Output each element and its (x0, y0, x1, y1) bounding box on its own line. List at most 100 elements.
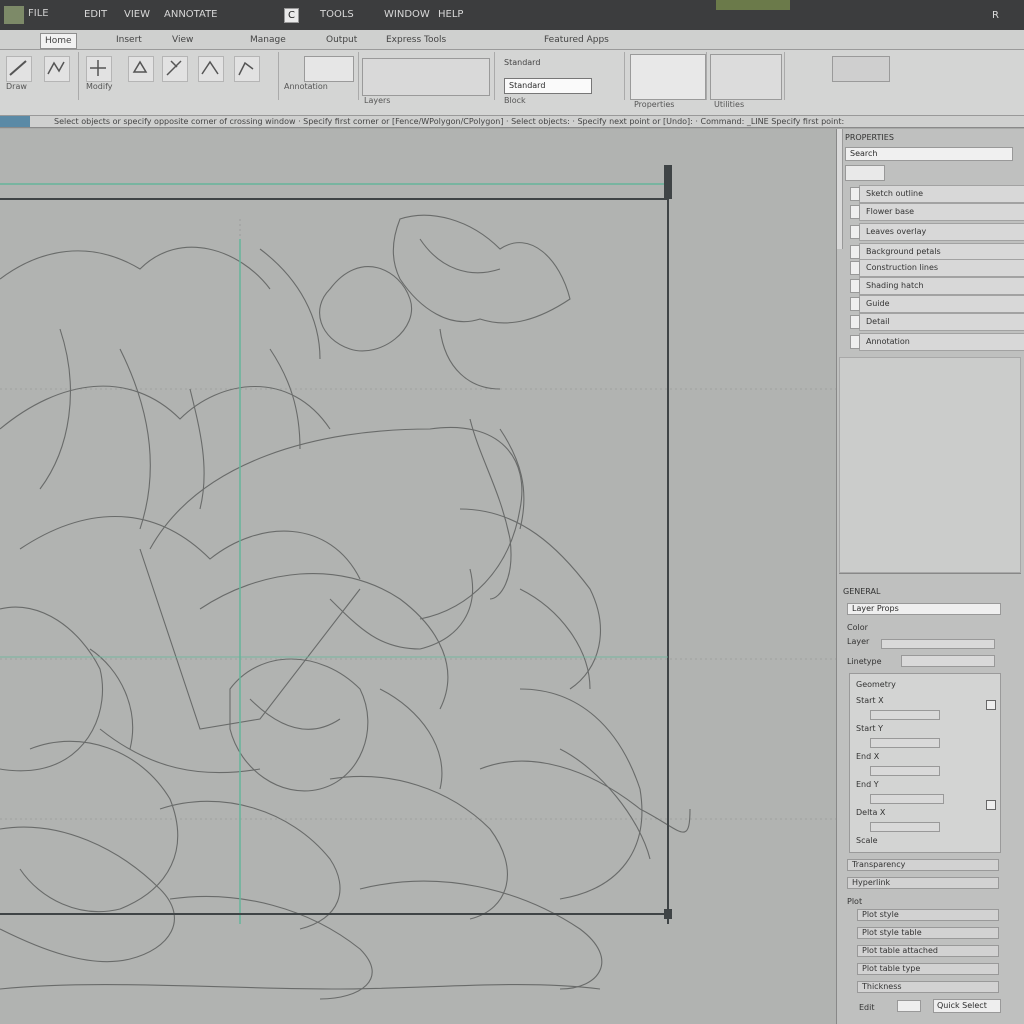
grip-handle-top[interactable] (664, 165, 672, 199)
command-text: Select objects or specify opposite corne… (54, 117, 845, 126)
plot-table-type[interactable]: Plot table type (857, 963, 999, 975)
properties-preview[interactable] (630, 54, 706, 100)
layer-eye-icon[interactable] (850, 245, 860, 259)
layer-item[interactable]: Construction lines (850, 259, 1024, 277)
checkbox[interactable] (986, 800, 996, 810)
prop-label-layer: Layer (847, 637, 870, 646)
style-input[interactable]: Standard (504, 78, 592, 94)
prop-hyperlink[interactable]: Hyperlink (847, 877, 999, 889)
layer-name: Detail (866, 317, 890, 326)
prop-field-end-x[interactable] (870, 738, 940, 748)
group-label-utilities: Utilities (714, 100, 745, 109)
prop-end-x: End X (856, 752, 880, 761)
layer-eye-icon[interactable] (850, 279, 860, 293)
ribbon-tabs: Home Insert View Manage Output Express T… (0, 30, 1024, 50)
menu-annotate[interactable]: ANNOTATE (164, 9, 218, 20)
command-indicator (0, 116, 30, 127)
measure-tool-box[interactable] (710, 54, 782, 100)
tab-view[interactable]: View (168, 33, 197, 47)
quick-select-button[interactable]: Quick Select (933, 999, 1001, 1013)
menu-edit[interactable]: EDIT (84, 9, 107, 20)
menu-c-button[interactable]: C (284, 8, 299, 23)
fillet-tool-button[interactable] (234, 56, 260, 82)
layer-eye-icon[interactable] (850, 205, 860, 219)
prop-field-color[interactable] (881, 639, 995, 649)
rotate-tool-button[interactable] (128, 56, 154, 82)
layer-item[interactable]: Annotation (850, 333, 1024, 351)
trim-tool-button[interactable] (162, 56, 188, 82)
polyline-tool-button[interactable] (44, 56, 70, 82)
ribbon-group-modify: Modify (78, 52, 279, 100)
layer-item[interactable]: Shading hatch (850, 277, 1024, 295)
prop-start-x: Start X (856, 696, 884, 705)
plot-style-table[interactable]: Plot style table (857, 927, 999, 939)
layer-eye-icon[interactable] (850, 225, 860, 239)
tab-manage[interactable]: Manage (246, 33, 290, 47)
tab-insert[interactable]: Insert (112, 33, 146, 47)
prop-field-end-y[interactable] (870, 766, 940, 776)
menu-tools[interactable]: TOOLS (320, 9, 354, 20)
text-style-box[interactable] (304, 56, 354, 82)
tab-home[interactable]: Home (40, 33, 77, 49)
flower-sketch (0, 165, 836, 1000)
menu-file[interactable]: FILE (28, 8, 49, 19)
view-cube-button[interactable] (832, 56, 890, 82)
toggle-button[interactable] (897, 1000, 921, 1012)
group-label-annotation: Annotation (284, 82, 328, 91)
command-line[interactable]: Select objects or specify opposite corne… (0, 116, 1024, 128)
move-icon (90, 60, 106, 76)
group-label-properties: Properties (634, 100, 675, 109)
layer-item[interactable]: Leaves overlay (850, 223, 1024, 241)
app-icon[interactable] (4, 6, 24, 24)
layer-item[interactable]: Sketch outline (850, 185, 1024, 203)
polyline-icon (47, 61, 65, 75)
edit-button[interactable]: Edit (859, 1003, 875, 1012)
layer-eye-icon[interactable] (850, 187, 860, 201)
layer-name: Annotation (866, 337, 910, 346)
menu-view[interactable]: VIEW (124, 9, 150, 20)
prop-field-linetype[interactable] (901, 655, 995, 667)
plot-style[interactable]: Plot style (857, 909, 999, 921)
plot-table-attached[interactable]: Plot table attached (857, 945, 999, 957)
tab-featured-apps[interactable]: Featured Apps (540, 33, 613, 47)
move-tool-button[interactable] (86, 56, 112, 82)
panel-collapse-strip[interactable] (837, 129, 843, 249)
layer-eye-icon[interactable] (850, 297, 860, 311)
geometry-title: Geometry (856, 680, 896, 689)
prop-scale: Scale (856, 836, 878, 845)
layer-name: Guide (866, 299, 890, 308)
prop-transparency[interactable]: Transparency (847, 859, 999, 871)
layer-search-input[interactable]: Search (845, 147, 1013, 161)
layer-filter-button[interactable] (845, 165, 885, 181)
line-tool-button[interactable] (6, 56, 32, 82)
tab-output[interactable]: Output (322, 33, 361, 47)
layer-eye-icon[interactable] (850, 261, 860, 275)
tab-express-tools[interactable]: Express Tools (382, 33, 450, 47)
layer-item[interactable]: Flower base (850, 203, 1024, 221)
grip-handle-bottom[interactable] (664, 909, 672, 919)
layer-eye-icon[interactable] (850, 335, 860, 349)
drawing-canvas[interactable] (0, 129, 836, 1024)
top-right-label[interactable]: R (992, 10, 999, 21)
props-object-type[interactable]: Layer Props (847, 603, 1001, 615)
thickness-field[interactable]: Thickness (857, 981, 999, 993)
layer-name: Shading hatch (866, 281, 924, 290)
layer-eye-icon[interactable] (850, 315, 860, 329)
rotate-icon (132, 60, 148, 73)
prop-field-length[interactable] (870, 822, 940, 832)
prop-field-delta[interactable] (870, 794, 944, 804)
ribbon-group-properties: Properties (628, 52, 707, 109)
layer-name: Background petals (866, 247, 941, 256)
layer-item[interactable]: Detail (850, 313, 1024, 331)
group-label-layers: Layers (364, 96, 391, 105)
ribbon-group-draw: Draw (0, 52, 79, 100)
layer-dropdown[interactable] (362, 58, 490, 96)
mirror-tool-button[interactable] (198, 56, 224, 82)
prop-field-start-y[interactable] (870, 710, 940, 720)
group-label-block: Block (504, 96, 526, 105)
menu-help[interactable]: HELP (438, 9, 463, 20)
layer-item[interactable]: Guide (850, 295, 1024, 313)
checkbox[interactable] (986, 700, 996, 710)
line-icon (9, 60, 27, 76)
menu-window[interactable]: WINDOW (384, 9, 430, 20)
